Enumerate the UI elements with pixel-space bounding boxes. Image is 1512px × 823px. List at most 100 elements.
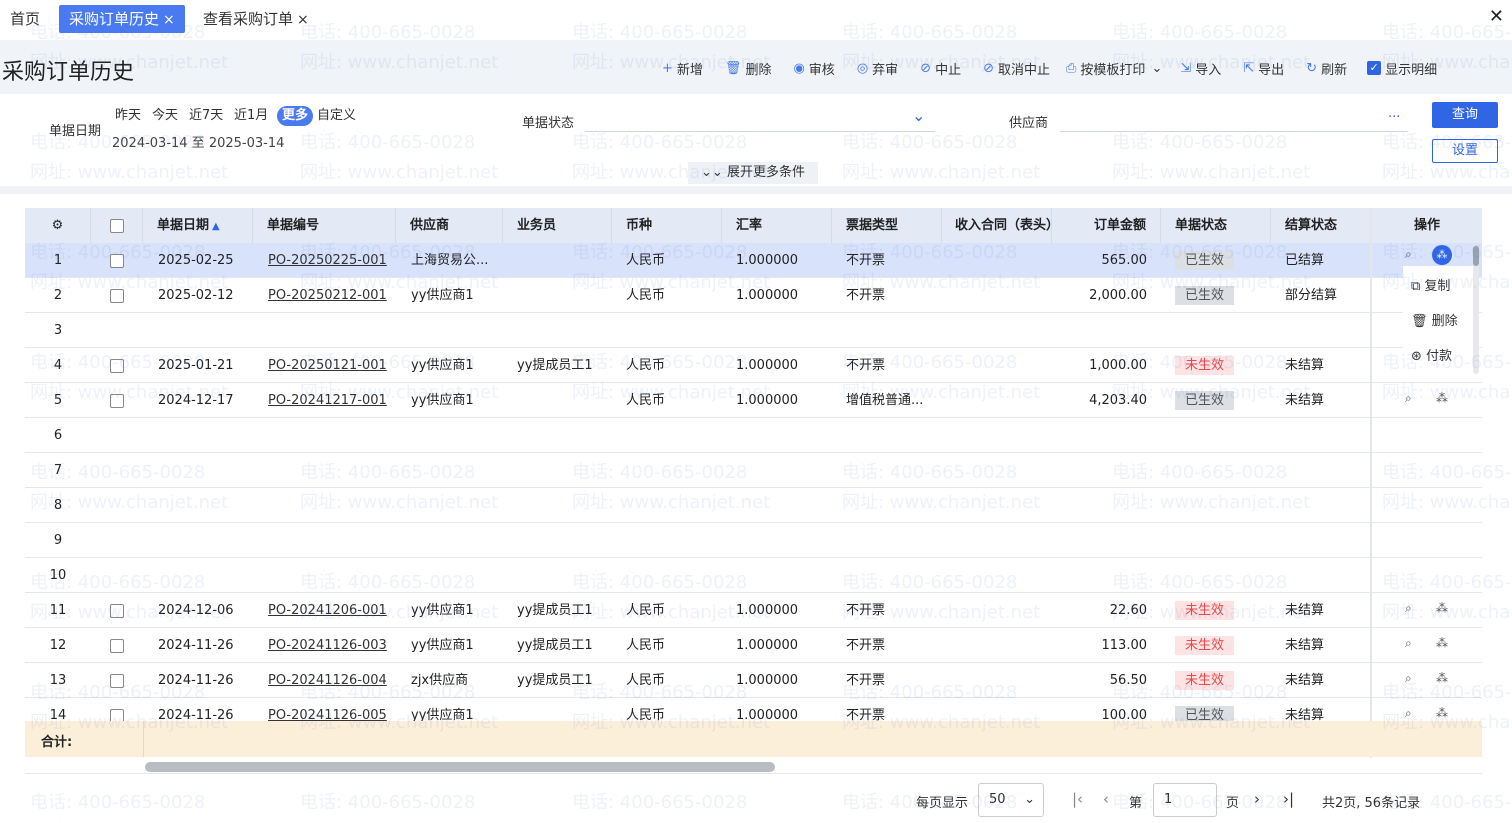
view-icon[interactable]: ⌕ bbox=[1405, 671, 1412, 686]
table-row[interactable]: 12 2024-11-26 PO-20241126-003 yy供应商1 yy提成员工1… bbox=[25, 628, 1482, 663]
table-row[interactable]: 14 2024-11-26 PO-20241126-005 yy供应商1 人民币 1.00… bbox=[25, 698, 1482, 721]
table-row[interactable]: 2 2025-02-12 PO-20250212-001 yy供应商1 人民币 1.000… bbox=[25, 278, 1482, 313]
table-row[interactable]: 3 bbox=[25, 313, 1482, 348]
more-actions-icon[interactable]: ⁂ bbox=[1436, 671, 1448, 685]
close-icon[interactable]: × bbox=[163, 12, 175, 28]
order-code-link[interactable]: PO-20250121-001 bbox=[268, 348, 396, 383]
header-amount[interactable]: 订单金额 bbox=[1052, 208, 1161, 243]
import-button[interactable]: ⇲ 导入 bbox=[1180, 59, 1221, 78]
header-date[interactable]: 单据日期 ▲ bbox=[143, 208, 253, 243]
table-row[interactable]: 9 bbox=[25, 523, 1482, 558]
row-checkbox[interactable] bbox=[91, 418, 143, 453]
order-code[interactable]: PO-20241126-004 bbox=[268, 673, 387, 688]
order-code[interactable]: PO-20241206-001 bbox=[268, 603, 387, 618]
view-icon[interactable]: ⌕ bbox=[1405, 391, 1412, 406]
expand-more-button[interactable]: ⌄⌄ 展开更多条件 bbox=[688, 162, 818, 184]
header-status[interactable]: 单据状态 bbox=[1161, 208, 1271, 243]
stop-button[interactable]: ⊘ 中止 bbox=[920, 59, 961, 78]
chip-more[interactable]: 更多 bbox=[277, 106, 314, 126]
last-page-icon[interactable]: ›| bbox=[1283, 790, 1294, 808]
table-row[interactable]: 1 2025-02-25 PO-20250225-001 上海贸易公... 人民币 1.0… bbox=[25, 243, 1482, 278]
chevron-down-icon[interactable]: ⌄ bbox=[912, 106, 925, 125]
table-row[interactable]: 11 2024-12-06 PO-20241206-001 yy供应商1 yy提成员工1… bbox=[25, 593, 1482, 628]
chip-today[interactable]: 今天 bbox=[149, 106, 181, 126]
select-all-checkbox[interactable] bbox=[91, 208, 143, 243]
supplier-input-underline[interactable] bbox=[1060, 131, 1408, 132]
page-number-input[interactable]: 1 bbox=[1153, 783, 1217, 817]
table-row[interactable]: 6 bbox=[25, 418, 1482, 453]
tab-home[interactable]: 首页 bbox=[0, 5, 50, 33]
status-select-underline[interactable] bbox=[585, 131, 935, 132]
order-code-link[interactable]: PO-20241126-004 bbox=[268, 663, 396, 698]
per-page-select[interactable]: 50 ⌄ bbox=[978, 783, 1044, 817]
more-actions-icon[interactable]: ⁂ bbox=[1436, 706, 1448, 720]
order-code[interactable]: PO-20241217-001 bbox=[268, 393, 387, 408]
header-staff[interactable]: 业务员 bbox=[503, 208, 612, 243]
view-icon[interactable]: ⌕ bbox=[1405, 636, 1412, 651]
more-actions-icon[interactable]: ⁂ bbox=[1436, 391, 1448, 405]
menu-scrollbar-thumb[interactable] bbox=[1473, 246, 1479, 266]
header-contract[interactable]: 收入合同（表头） bbox=[942, 208, 1052, 243]
unaudit-button[interactable]: ◎ 弃审 bbox=[857, 59, 898, 78]
refresh-button[interactable]: ↻ 刷新 bbox=[1306, 59, 1347, 78]
prev-page-icon[interactable]: ‹ bbox=[1103, 790, 1109, 808]
row-checkbox[interactable] bbox=[91, 523, 143, 558]
sort-icon[interactable]: ▲ bbox=[212, 221, 220, 232]
header-invoice-type[interactable]: 票据类型 bbox=[832, 208, 942, 243]
order-code-link[interactable]: PO-20241206-001 bbox=[268, 593, 396, 628]
table-row[interactable]: 8 bbox=[25, 488, 1482, 523]
tab-purchase-order-history[interactable]: 采购订单历史 × bbox=[59, 5, 185, 33]
chip-custom[interactable]: 自定义 bbox=[314, 106, 359, 126]
close-icon[interactable]: × bbox=[297, 12, 309, 28]
view-icon[interactable]: ⌕ bbox=[1405, 247, 1412, 262]
table-row[interactable]: 5 2024-12-17 PO-20241217-001 yy供应商1 人民币 1.000… bbox=[25, 383, 1482, 418]
first-page-icon[interactable]: |‹ bbox=[1072, 790, 1083, 808]
table-row[interactable]: 7 bbox=[25, 453, 1482, 488]
more-actions-icon[interactable]: ⁂ bbox=[1436, 636, 1448, 650]
more-icon[interactable]: ··· bbox=[1388, 110, 1400, 125]
more-actions-icon[interactable]: ⁂ bbox=[1436, 601, 1448, 615]
menu-scrollbar[interactable] bbox=[1473, 246, 1479, 374]
table-row[interactable]: 10 bbox=[25, 558, 1482, 593]
chip-7days[interactable]: 近7天 bbox=[186, 106, 226, 126]
view-icon[interactable]: ⌕ bbox=[1405, 601, 1412, 616]
tab-view-purchase-order[interactable]: 查看采购订单 × bbox=[193, 5, 319, 33]
delete-button[interactable]: 🗑 删除 bbox=[725, 59, 772, 78]
header-rate[interactable]: 汇率 bbox=[722, 208, 832, 243]
table-row[interactable]: 13 2024-11-26 PO-20241126-004 zjx供应商 yy提成员工1… bbox=[25, 663, 1482, 698]
row-checkbox[interactable] bbox=[91, 593, 143, 628]
row-checkbox[interactable] bbox=[91, 453, 143, 488]
row-checkbox[interactable] bbox=[91, 558, 143, 593]
row-checkbox[interactable] bbox=[91, 383, 143, 418]
row-checkbox[interactable] bbox=[91, 243, 143, 278]
order-code-link[interactable]: PO-20250212-001 bbox=[268, 278, 396, 313]
chip-1month[interactable]: 近1月 bbox=[231, 106, 271, 126]
menu-item-copy[interactable]: ⧉ 复制 bbox=[1411, 275, 1450, 294]
row-checkbox[interactable] bbox=[91, 663, 143, 698]
print-template-button[interactable]: ⎙ 按模板打印 ⌄ bbox=[1066, 59, 1162, 78]
row-checkbox[interactable] bbox=[91, 628, 143, 663]
order-code[interactable]: PO-20241126-005 bbox=[268, 708, 387, 721]
unstop-button[interactable]: ⊘ 取消中止 bbox=[983, 59, 1050, 78]
order-code[interactable]: PO-20241126-003 bbox=[268, 638, 387, 653]
next-page-icon[interactable]: › bbox=[1254, 790, 1260, 808]
order-code-link[interactable]: PO-20241217-001 bbox=[268, 383, 396, 418]
row-checkbox[interactable] bbox=[91, 488, 143, 523]
horizontal-scrollbar-thumb[interactable] bbox=[145, 762, 775, 772]
header-settle[interactable]: 结算状态 bbox=[1271, 208, 1372, 243]
table-row[interactable]: 4 2025-01-21 PO-20250121-001 yy供应商1 yy提成员工1 人… bbox=[25, 348, 1482, 383]
audit-button[interactable]: ◉ 审核 bbox=[793, 59, 834, 78]
date-range-value[interactable]: 2024-03-14 至 2025-03-14 bbox=[112, 132, 284, 151]
order-code-link[interactable]: PO-20241126-003 bbox=[268, 628, 396, 663]
row-checkbox[interactable] bbox=[91, 698, 143, 721]
view-icon[interactable]: ⌕ bbox=[1405, 706, 1412, 721]
menu-item-delete[interactable]: 🗑 删除 bbox=[1411, 310, 1458, 329]
row-checkbox[interactable] bbox=[91, 278, 143, 313]
menu-item-pay[interactable]: ⊛ 付款 bbox=[1411, 345, 1452, 364]
query-button[interactable]: 查询 bbox=[1432, 102, 1498, 128]
order-code[interactable]: PO-20250121-001 bbox=[268, 358, 387, 373]
column-settings-icon[interactable]: ⚙ bbox=[25, 208, 91, 243]
header-supplier[interactable]: 供应商 bbox=[396, 208, 503, 243]
add-button[interactable]: + 新增 bbox=[662, 59, 703, 78]
header-currency[interactable]: 币种 bbox=[612, 208, 722, 243]
